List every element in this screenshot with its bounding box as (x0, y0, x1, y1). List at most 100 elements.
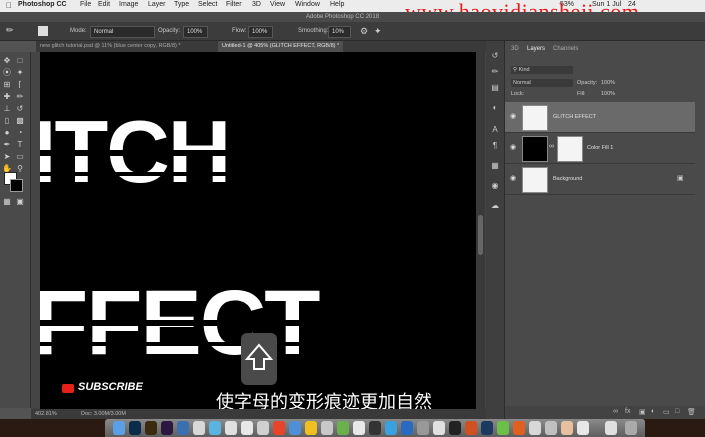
history-brush-icon[interactable]: ↺ (15, 104, 25, 113)
trash-icon[interactable] (625, 421, 637, 435)
visibility-eye-icon[interactable]: ◉ (510, 174, 516, 182)
app-icon[interactable] (401, 421, 413, 435)
menu-3d[interactable]: 3D (252, 1, 261, 8)
zoom-level[interactable]: 402.81% (35, 409, 57, 419)
pen-tool-icon[interactable]: ✒ (2, 140, 12, 149)
brush-panel-icon[interactable]: ✏ (490, 67, 500, 76)
app-icon[interactable] (353, 421, 365, 435)
app-icon[interactable] (241, 421, 253, 435)
app-icon[interactable] (193, 421, 205, 435)
link-layers-icon[interactable]: ∞ (613, 408, 618, 415)
menu-edit[interactable]: Edit (98, 1, 110, 8)
airbrush-icon[interactable]: ✦ (374, 26, 382, 37)
quick-select-tool-icon[interactable]: ✦ (15, 68, 25, 77)
healing-tool-icon[interactable]: ✚ (2, 92, 12, 101)
add-mask-icon[interactable]: ▣ (639, 408, 646, 416)
type-tool-icon[interactable]: T (15, 140, 25, 149)
downloads-icon[interactable] (605, 421, 617, 435)
eyedropper-tool-icon[interactable]: ⌈ (15, 80, 25, 89)
marquee-tool-icon[interactable]: □ (15, 56, 25, 65)
tab-3d[interactable]: 3D (511, 46, 519, 52)
menu-filter[interactable]: Filter (226, 1, 242, 8)
shape-tool-icon[interactable]: ▭ (15, 152, 25, 161)
crop-tool-icon[interactable]: ⊞ (2, 80, 12, 89)
menu-type[interactable]: Type (174, 1, 189, 8)
app-icon[interactable] (273, 421, 285, 435)
menu-image[interactable]: Image (119, 1, 138, 8)
blend-mode-select[interactable]: Normal (511, 79, 573, 87)
smoothing-field[interactable]: 10% (328, 26, 351, 38)
app-icon[interactable] (385, 421, 397, 435)
app-icon[interactable] (497, 421, 509, 435)
layer-row-background[interactable]: ◉ Background ▣ (505, 164, 695, 195)
app-icon[interactable] (337, 421, 349, 435)
app-icon[interactable] (305, 421, 317, 435)
app-icon[interactable] (513, 421, 525, 435)
menu-window[interactable]: Window (295, 1, 320, 8)
premiere-dock-icon[interactable] (161, 421, 173, 435)
tab-channels[interactable]: Channels (553, 46, 578, 52)
app-icon[interactable] (289, 421, 301, 435)
visibility-eye-icon[interactable]: ◉ (510, 143, 516, 151)
apple-icon[interactable]:  (6, 1, 12, 10)
flow-field[interactable]: 100% (248, 26, 273, 38)
tab-glitch-tutorial[interactable]: new glitch tutorial.psd @ 11% (blue cent… (36, 41, 185, 52)
app-icon[interactable] (417, 421, 429, 435)
brush-tool-icon-side[interactable]: ✏ (15, 92, 25, 101)
app-icon[interactable] (529, 421, 541, 435)
lasso-tool-icon[interactable]: ⦿ (2, 68, 12, 77)
properties-panel-icon[interactable]: ▤ (490, 83, 500, 92)
new-group-icon[interactable]: ▭ (663, 408, 670, 416)
brush-preset-icon[interactable] (38, 26, 48, 36)
screen-mode-icon[interactable]: ▣ (15, 197, 25, 206)
menu-select[interactable]: Select (198, 1, 217, 8)
app-icon[interactable] (465, 421, 477, 435)
visibility-eye-icon[interactable]: ◉ (510, 112, 516, 120)
gradient-tool-icon[interactable]: ▩ (15, 116, 25, 125)
swatches-panel-icon[interactable]: ▦ (490, 161, 500, 170)
move-tool-icon[interactable]: ✥ (2, 56, 12, 65)
app-icon[interactable] (177, 421, 189, 435)
app-icon[interactable] (321, 421, 333, 435)
layer-row-glitch-effect[interactable]: ◉ GLITCH EFFECT (505, 102, 695, 133)
path-select-tool-icon[interactable]: ➤ (2, 152, 12, 161)
delete-layer-icon[interactable]: 🗑 (687, 408, 696, 416)
fx-icon[interactable]: fx (625, 408, 630, 415)
character-panel-icon[interactable]: A (490, 125, 500, 134)
app-icon[interactable] (545, 421, 557, 435)
app-icon[interactable] (369, 421, 381, 435)
libraries-panel-icon[interactable]: ☁ (490, 201, 500, 210)
mode-select[interactable]: Normal (90, 26, 155, 38)
app-icon[interactable] (225, 421, 237, 435)
styles-panel-icon[interactable]: ◉ (490, 181, 500, 190)
blur-tool-icon[interactable]: ● (2, 128, 12, 137)
scrollbar-thumb[interactable] (478, 215, 483, 255)
app-icon[interactable] (577, 421, 589, 435)
photoshop-dock-icon[interactable] (129, 421, 141, 435)
app-menu[interactable]: Photoshop CC (18, 1, 67, 8)
adjustment-layer-icon[interactable]: ◐ (651, 408, 655, 415)
paragraph-panel-icon[interactable]: ¶ (490, 141, 500, 150)
stamp-tool-icon[interactable]: ⊥ (2, 104, 12, 113)
adjustments-panel-icon[interactable]: ◐ (490, 103, 500, 112)
settings-gear-icon[interactable]: ⚙ (360, 26, 368, 37)
tab-layers[interactable]: Layers (527, 46, 545, 52)
menu-help[interactable]: Help (330, 1, 344, 8)
layer-filter-select[interactable]: ⚲ Kind (511, 66, 573, 74)
app-icon[interactable] (209, 421, 221, 435)
app-icon[interactable] (433, 421, 445, 435)
menu-file[interactable]: File (80, 1, 91, 8)
menu-view[interactable]: View (270, 1, 285, 8)
fill-field[interactable]: 100% (601, 91, 615, 97)
background-color-swatch[interactable] (10, 179, 23, 192)
eraser-tool-icon[interactable]: ▯ (2, 116, 12, 125)
mask-thumbnail[interactable] (557, 136, 583, 162)
dodge-tool-icon[interactable]: ◔ (15, 128, 25, 137)
illustrator-dock-icon[interactable] (145, 421, 157, 435)
history-panel-icon[interactable]: ↺ (490, 51, 500, 60)
app-icon[interactable] (257, 421, 269, 435)
tab-untitled-1[interactable]: Untitled-1 @ 405% (GLITCH EFFECT, RGB/8)… (218, 41, 344, 52)
brush-tool-icon[interactable]: ✏ (6, 25, 14, 36)
new-layer-icon[interactable]: □ (675, 408, 679, 415)
opacity-field[interactable]: 100% (183, 26, 208, 38)
